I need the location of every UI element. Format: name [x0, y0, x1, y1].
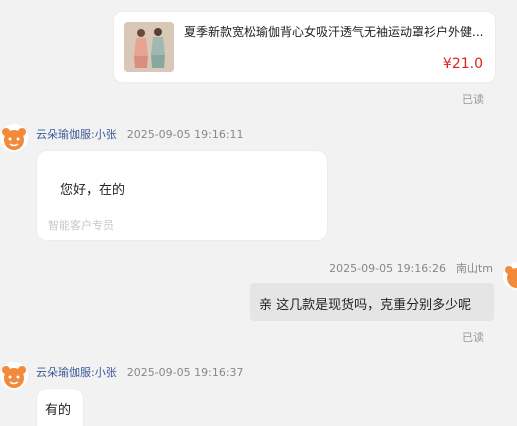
- sender-name[interactable]: 云朵瑜伽服:小张: [36, 128, 117, 141]
- merchant-avatar-icon: [0, 124, 28, 152]
- merchant-avatar-icon: [0, 362, 28, 390]
- message-text: 有的: [45, 403, 72, 418]
- product-price: ¥21.0: [442, 56, 483, 72]
- message-bubble[interactable]: 有的: [37, 389, 83, 426]
- message-text: 您好，在的: [60, 183, 126, 198]
- message-text: 亲 这几款是现货吗，克重分别多少呢: [259, 298, 472, 313]
- product-photo-icon: [124, 22, 174, 72]
- bot-tag: 智能客户专员: [48, 219, 114, 232]
- avatar[interactable]: [0, 362, 28, 390]
- message-header: 云朵瑜伽服:小张 2025-09-05 19:16:37: [36, 364, 244, 380]
- timestamp: 2025-09-05 19:16:26: [329, 262, 446, 275]
- avatar[interactable]: [503, 262, 517, 290]
- timestamp: 2025-09-05 19:16:11: [126, 128, 244, 141]
- product-title[interactable]: 夏季新款宽松瑜伽背心女吸汗透气无袖运动罩衫户外健...: [184, 24, 484, 40]
- message-header: 云朵瑜伽服:小张 2025-09-05 19:16:11: [36, 126, 244, 142]
- read-status: 已读: [462, 331, 484, 344]
- sender-name[interactable]: 云朵瑜伽服:小张: [36, 366, 117, 379]
- read-status: 已读: [462, 93, 484, 106]
- message-header: 2025-09-05 19:16:26 南山tm: [329, 260, 493, 276]
- message-bubble[interactable]: 亲 这几款是现货吗，克重分别多少呢: [250, 283, 494, 321]
- timestamp: 2025-09-05 19:16:37: [126, 366, 244, 379]
- sender-name[interactable]: 南山tm: [456, 262, 493, 275]
- product-image[interactable]: [124, 22, 174, 72]
- avatar[interactable]: [0, 124, 28, 152]
- user-avatar-icon: [503, 262, 517, 290]
- product-card[interactable]: 夏季新款宽松瑜伽背心女吸汗透气无袖运动罩衫户外健... ¥21.0: [114, 12, 495, 82]
- message-bubble[interactable]: 您好，在的 智能客户专员: [37, 151, 327, 240]
